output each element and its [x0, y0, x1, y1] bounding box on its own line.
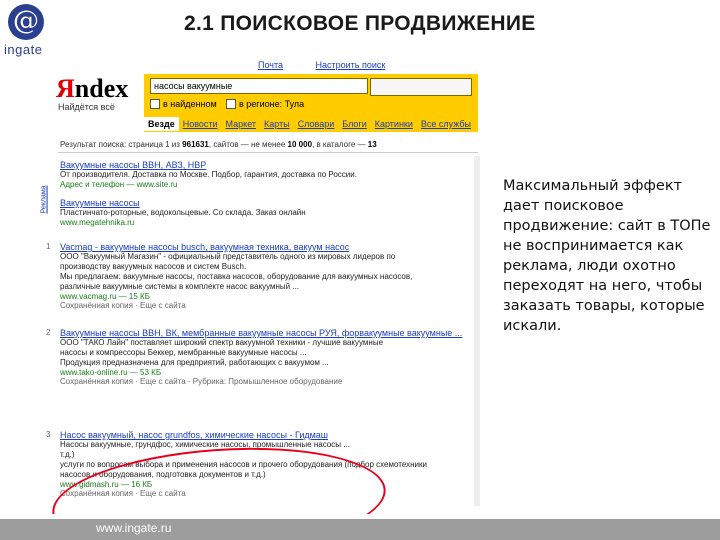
- ad-result-2-url[interactable]: www.megatehnika.ru: [60, 218, 472, 227]
- organic-result-1-snippet-line: различные вакуумные системы в комплекте …: [60, 282, 300, 291]
- organic-result-2-url[interactable]: www.tako-online.ru — 53 КБ: [60, 368, 472, 377]
- organic-result-1-snippet-line: ООО "Вакуумный Магазин" - официальный пр…: [60, 252, 396, 261]
- explanation-text: Максимальный эффект дает поисковое продв…: [503, 178, 711, 334]
- result-number: 1: [46, 242, 51, 251]
- organic-result-2-snippet-line: Продукция предназначена для предприятий,…: [60, 358, 329, 367]
- result-number: 3: [46, 430, 51, 439]
- tab-news[interactable]: Новости: [179, 117, 222, 131]
- scrollbar[interactable]: [474, 156, 480, 506]
- organic-result-3-url[interactable]: www.gidmash.ru — 16 КБ: [60, 480, 472, 489]
- ingate-logo-icon: @: [8, 4, 44, 40]
- yandex-logo[interactable]: Яndex: [56, 74, 128, 104]
- option-region[interactable]: в регионе: Тула: [226, 99, 304, 109]
- mail-link[interactable]: Почта: [258, 60, 283, 70]
- footer-url[interactable]: www.ingate.ru: [96, 521, 171, 535]
- organic-result-3-snippet-line: насосов и оборудования, подготовка докум…: [60, 470, 266, 479]
- checkbox-in-found[interactable]: [150, 99, 160, 109]
- tab-images[interactable]: Картинки: [371, 117, 417, 131]
- ad-result-1-url[interactable]: Адрес и телефон — www.site.ru: [60, 180, 472, 189]
- stats-suffix: , в каталоге —: [312, 140, 366, 149]
- stats-prefix: Результат поиска: страница 1 из: [60, 140, 180, 149]
- search-input[interactable]: [150, 78, 368, 94]
- organic-result-2-title[interactable]: Вакуумные насосы ВВН, ВК, мембранные вак…: [60, 328, 472, 338]
- search-button[interactable]: [370, 78, 472, 96]
- result-number: 2: [46, 328, 51, 337]
- organic-result-3-snippet-line: т.д.): [60, 450, 75, 459]
- results-stats: Результат поиска: страница 1 из 961631, …: [60, 140, 377, 149]
- yandex-logo-ya: Я: [56, 74, 75, 103]
- ad-result-1-title[interactable]: Вакуумные насосы ВВН, АВЗ, НВР: [60, 160, 472, 170]
- tab-blogs[interactable]: Блоги: [338, 117, 370, 131]
- search-tabs: Везде Новости Маркет Карты Словари Блоги…: [144, 117, 478, 131]
- stats-divider: [58, 152, 478, 153]
- yandex-logo-ndex: ndex: [74, 74, 129, 103]
- yandex-top-links: Почта Настроить поиск: [258, 60, 415, 70]
- ad-result-2: Вакуумные насосы Пластинчато-роторные, в…: [60, 198, 472, 227]
- ad-result-1: Вакуумные насосы ВВН, АВЗ, НВР От произв…: [60, 160, 472, 189]
- checkbox-region[interactable]: [226, 99, 236, 109]
- ingate-logo-label: ingate: [4, 42, 43, 57]
- organic-result-3: 3 Насос вакуумный, насос grundfos, химич…: [46, 430, 472, 498]
- option-region-label: в регионе: Тула: [239, 99, 305, 109]
- option-in-found-label: в найденном: [163, 99, 217, 109]
- ad-result-2-title[interactable]: Вакуумные насосы: [60, 198, 472, 208]
- tab-everywhere[interactable]: Везде: [144, 117, 179, 131]
- stats-sites: 10 000: [287, 140, 313, 149]
- organic-result-1-meta[interactable]: Сохранённая копия · Еще с сайта: [60, 301, 472, 310]
- organic-result-1-title[interactable]: Vacmag - вакуумные насосы busch, вакуумн…: [60, 242, 472, 252]
- organic-result-2-snippet-line: насосы и компрессоры Беккер, мембранные …: [60, 348, 307, 357]
- yandex-results-screenshot: Почта Настроить поиск Яndex Найдётся всё…: [40, 56, 482, 514]
- organic-result-2-meta[interactable]: Сохранённая копия · Еще с сайта · Рубрик…: [60, 377, 472, 386]
- organic-result-1: 1 Vacmag - вакуумные насосы busch, вакуу…: [46, 242, 472, 310]
- organic-result-2-snippet-line: ООО "ТАКО Лайн" поставляет широкий спект…: [60, 338, 384, 347]
- tab-market[interactable]: Маркет: [222, 117, 260, 131]
- tab-all-services[interactable]: Все службы: [417, 117, 475, 131]
- ad-label-vertical[interactable]: Реклама: [41, 185, 48, 213]
- organic-result-1-snippet-line: Мы предлагаем: вакуумные насосы, поставк…: [60, 272, 413, 281]
- settings-link[interactable]: Настроить поиск: [316, 60, 386, 70]
- organic-result-3-snippet-line: услуги по вопросам выбора и применения н…: [60, 460, 427, 469]
- stats-catalog: 13: [367, 140, 377, 149]
- organic-result-3-meta[interactable]: Сохранённая копия · Еще с сайта: [60, 489, 472, 498]
- ad-result-2-snippet: Пластинчато-роторные, водокольцевые. Со …: [60, 208, 306, 217]
- tab-dictionaries[interactable]: Словари: [294, 117, 339, 131]
- yandex-tagline: Найдётся всё: [58, 102, 115, 112]
- stats-pages: 961631: [182, 140, 209, 149]
- option-in-found[interactable]: в найденном: [150, 99, 217, 109]
- organic-result-1-url[interactable]: www.vacmag.ru — 15 КБ: [60, 292, 472, 301]
- tab-maps[interactable]: Карты: [260, 117, 294, 131]
- organic-result-1-snippet-line: производству вакуумных насосов и систем …: [60, 262, 247, 271]
- organic-result-3-snippet-line: Насосы вакуумные, грундфос, химические н…: [60, 440, 350, 449]
- organic-result-2: 2 Вакуумные насосы ВВН, ВК, мембранные в…: [46, 328, 472, 386]
- stats-mid: , сайтов — не менее: [208, 140, 286, 149]
- ad-result-1-snippet: От производителя. Доставка по Москве. По…: [60, 170, 357, 179]
- organic-result-3-title[interactable]: Насос вакуумный, насос grundfos, химичес…: [60, 430, 472, 440]
- slide-title: 2.1 ПОИСКОВОЕ ПРОДВИЖЕНИЕ: [184, 12, 536, 35]
